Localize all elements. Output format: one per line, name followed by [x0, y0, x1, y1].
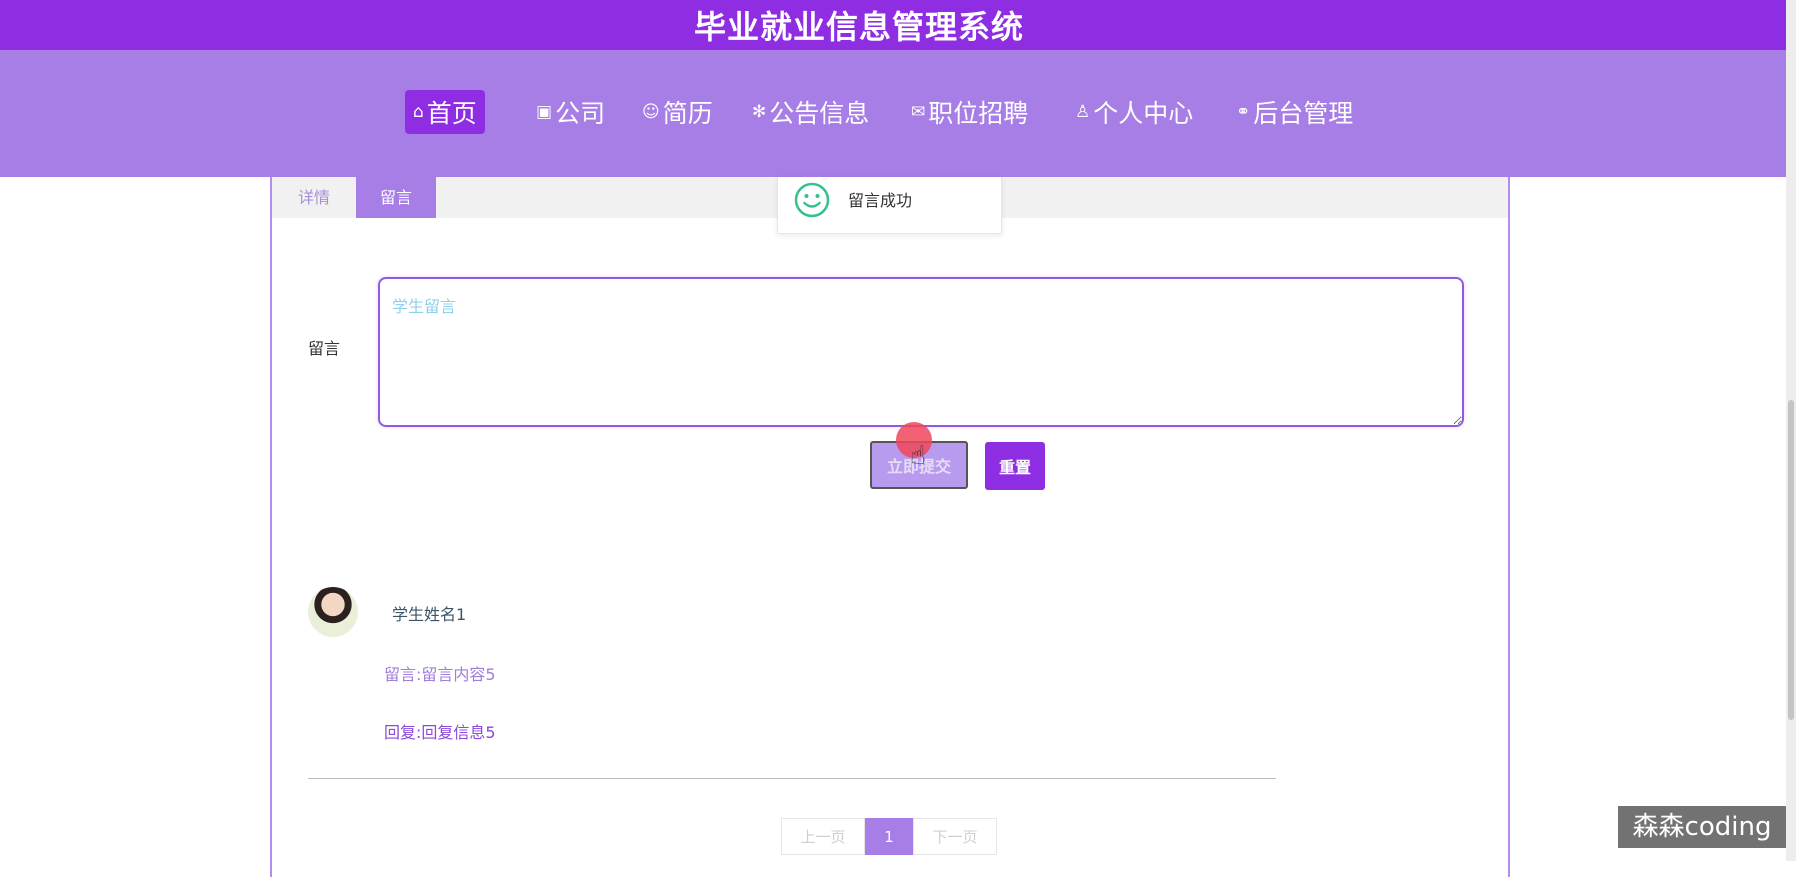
scrollbar-thumb[interactable]	[1788, 400, 1794, 720]
main-nav: ⌂ 首页 ▣ 公司 ☺ 简历 ✻ 公告信息 ✉ 职位招聘 ♙ 个人中心 ⚭ 后台…	[0, 50, 1786, 177]
message-label: 留言	[308, 339, 341, 358]
nav-item-admin[interactable]: ⚭ 后台管理	[1236, 90, 1353, 134]
next-page-button[interactable]: 下一页	[913, 818, 997, 855]
nav-item-label: 公司	[555, 99, 606, 128]
mail-icon: ✉	[911, 102, 926, 122]
home-icon: ⌂	[413, 102, 424, 122]
message-textarea[interactable]	[378, 277, 1464, 427]
tab-messages[interactable]: 留言	[356, 177, 436, 218]
divider	[308, 778, 1276, 779]
nav-item-jobs[interactable]: ✉ 职位招聘	[911, 90, 1028, 134]
prev-page-button[interactable]: 上一页	[781, 818, 865, 855]
gift-icon: ▣	[536, 102, 553, 122]
commenter-name: 学生姓名1	[392, 605, 467, 624]
nav-item-company[interactable]: ▣ 公司	[536, 90, 605, 134]
comment-reply: 回复:回复信息5	[384, 723, 496, 742]
toast-message: 留言成功	[848, 191, 913, 210]
nav-item-label: 后台管理	[1253, 99, 1354, 128]
snowflake-icon: ✻	[752, 102, 767, 122]
nav-item-home[interactable]: ⌂ 首页	[405, 90, 485, 134]
smile-icon	[794, 182, 830, 218]
hand-cursor-icon: ☝	[910, 441, 926, 471]
link-icon: ⚭	[1236, 102, 1251, 122]
top-header: 毕业就业信息管理系统	[0, 0, 1786, 50]
user-icon: ♙	[1075, 102, 1091, 122]
watermark: 森森coding	[1618, 806, 1786, 848]
nav-item-label: 简历	[662, 99, 713, 128]
tab-details[interactable]: 详情	[272, 177, 356, 218]
nav-item-profile[interactable]: ♙ 个人中心	[1075, 90, 1193, 134]
comment-content: 留言:留言内容5	[384, 665, 496, 684]
avatar	[308, 587, 358, 637]
nav-item-label: 公告信息	[769, 99, 870, 128]
nav-item-label: 首页	[426, 99, 477, 128]
pagination: 上一页 1 下一页	[781, 818, 997, 855]
nav-item-announcements[interactable]: ✻ 公告信息	[752, 90, 869, 134]
page-scrollbar[interactable]	[1786, 0, 1796, 861]
nav-item-label: 个人中心	[1093, 99, 1194, 128]
current-page-button[interactable]: 1	[865, 818, 913, 855]
nav-item-resume[interactable]: ☺ 简历	[642, 90, 713, 134]
palette-icon: ☺	[642, 102, 660, 122]
success-toast: 留言成功	[777, 177, 1002, 234]
site-title: 毕业就业信息管理系统	[693, 8, 1024, 46]
nav-item-label: 职位招聘	[928, 99, 1029, 128]
detail-card: 详情 留言 留言成功 留言 立即提交 重置 ☝ 学生姓名1 留言:留言内容5 回…	[270, 177, 1510, 877]
reset-button[interactable]: 重置	[985, 442, 1045, 490]
